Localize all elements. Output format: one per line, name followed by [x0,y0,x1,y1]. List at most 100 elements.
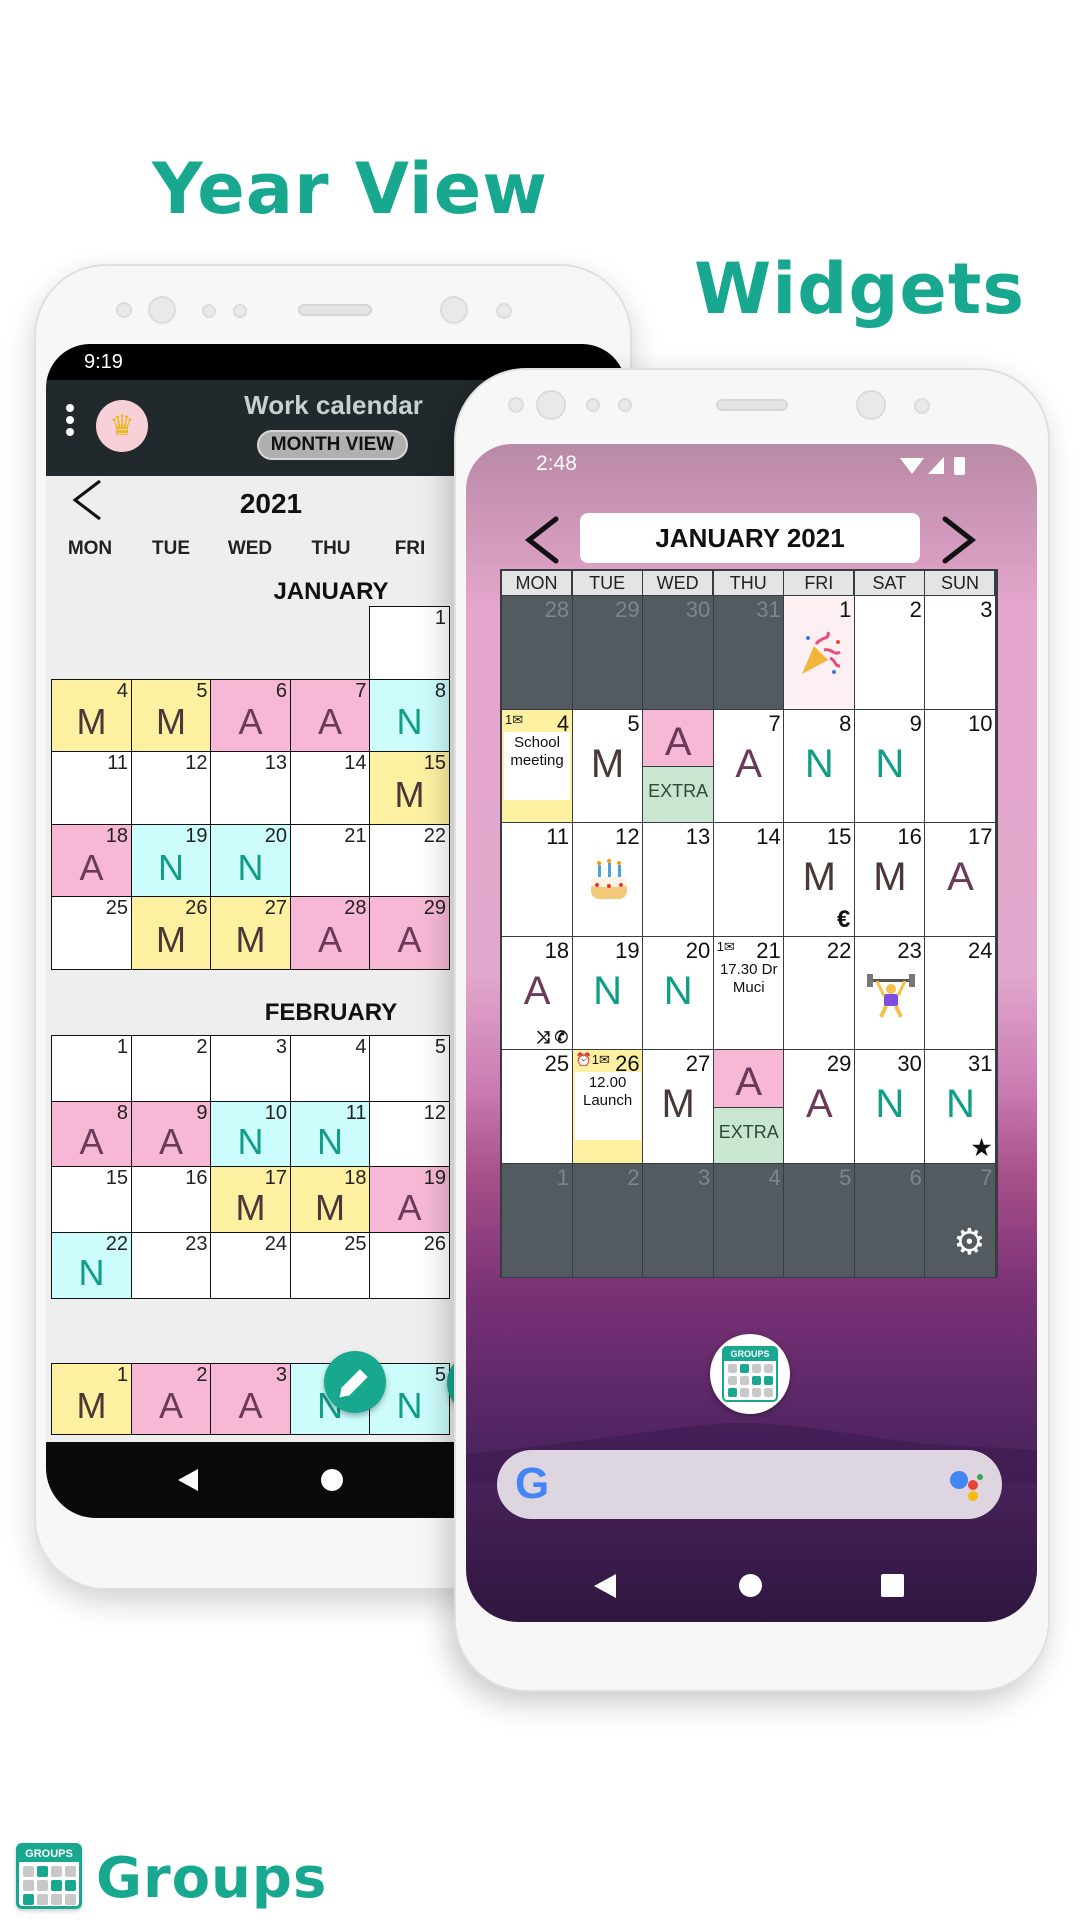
day-cell[interactable]: 25 [289,1231,371,1299]
day-cell[interactable]: 25 [501,1049,574,1164]
day-cell[interactable]: 22 [369,823,450,898]
edit-fab[interactable] [324,1351,386,1413]
day-cell[interactable]: 15 M [369,751,450,826]
day-cell[interactable]: 29 A [783,1049,856,1164]
day-cell[interactable]: 14 [289,751,371,826]
search-bar[interactable]: G [497,1450,1002,1519]
day-cell[interactable]: 3 [210,1035,291,1102]
month-title[interactable]: JANUARY 2021 [580,513,920,563]
day-cell[interactable]: 22 N [51,1231,132,1299]
day-cell[interactable]: 1 [501,1162,574,1278]
day-cell[interactable]: 1 [51,1035,132,1102]
day-cell[interactable]: 4M [51,678,132,753]
month-view-button[interactable]: MONTH VIEW [257,430,408,460]
day-cell[interactable]: 24 [924,935,997,1051]
day-cell[interactable]: 10 [924,708,997,824]
day-cell[interactable]: 17 A [924,822,997,937]
day-cell[interactable]: 5 [783,1162,856,1278]
day-cell[interactable]: 9A [130,1100,212,1168]
day-cell[interactable]: 7A [712,708,785,824]
day-cell[interactable]: 15 [51,1166,132,1233]
day-cell[interactable]: 16 [130,1166,212,1233]
day-cell[interactable]: 18 M [289,1166,371,1233]
day-cell[interactable]: 3A [210,1363,291,1435]
day-cell[interactable]: 6AEXTRA [642,708,715,824]
day-cell[interactable]: 30 N [853,1049,926,1164]
day-cell[interactable]: 5M [130,678,212,753]
day-cell[interactable]: 2 [853,595,926,710]
menu-icon[interactable] [66,404,74,444]
day-cell[interactable]: 19 A [369,1166,450,1233]
recents-icon[interactable] [881,1574,904,1597]
day-cell[interactable]: 19 N [130,823,212,898]
day-cell[interactable]: 1 [783,595,856,710]
day-cell[interactable]: 2A [130,1363,212,1435]
day-cell[interactable]: 20 N [642,935,715,1051]
day-cell[interactable]: 26 [369,1231,450,1299]
day-cell[interactable]: 30 [642,595,715,710]
day-cell[interactable]: 4 [712,1162,785,1278]
day-cell[interactable]: 4 [289,1035,371,1102]
day-cell[interactable]: 3 [924,595,997,710]
day-cell[interactable]: 31 [712,595,785,710]
day-cell[interactable]: 8A [51,1100,132,1168]
day-cell[interactable]: 31 N ★ [924,1049,997,1164]
day-cell[interactable]: 27 M [210,896,291,971]
day-cell[interactable]: 4 1✉ School meeting [501,708,574,824]
day-cell[interactable]: 28AEXTRA [712,1049,785,1164]
back-icon[interactable] [592,1573,618,1599]
day-cell[interactable]: 12 [571,822,644,937]
day-cell[interactable]: 26 M [130,896,212,971]
day-cell[interactable]: 29 [571,595,644,710]
day-cell[interactable]: 26 ⏰1✉ 12.00 Launch [571,1049,644,1164]
next-month-icon[interactable] [940,515,978,565]
day-cell[interactable]: 6A [210,678,291,753]
day-cell[interactable]: 28 [501,595,574,710]
day-cell[interactable]: 17 M [210,1166,291,1233]
day-cell[interactable]: 5 [369,1035,450,1102]
day-cell[interactable]: 16 M [853,822,926,937]
day-cell[interactable]: 23 [130,1231,212,1299]
day-cell[interactable]: 11 N [289,1100,371,1168]
day-cell[interactable]: 10 N [210,1100,291,1168]
day-cell[interactable]: 9N [853,708,926,824]
settings-icon[interactable]: ⚙ [953,1221,985,1263]
back-icon[interactable] [176,1468,200,1492]
day-cell[interactable]: 12 [130,751,212,826]
day-cell[interactable]: 21 [289,823,371,898]
day-cell[interactable]: 27 M [642,1049,715,1164]
day-cell[interactable]: 19 N [571,935,644,1051]
day-cell[interactable]: 2 [130,1035,212,1102]
day-cell[interactable]: 13 [642,822,715,937]
day-cell[interactable]: 1 [369,606,450,681]
day-cell[interactable]: 18 A [51,823,132,898]
groups-app-icon[interactable]: GROUPS [710,1334,790,1414]
day-cell[interactable]: 29 A [369,896,450,971]
crown-icon[interactable]: ♛ [96,400,148,452]
day-cell[interactable]: 20 N [210,823,291,898]
day-cell[interactable]: 5M [571,708,644,824]
day-cell[interactable]: 3 [642,1162,715,1278]
prev-month-icon[interactable] [523,515,561,565]
day-cell[interactable]: 7A [289,678,371,753]
day-cell[interactable]: 21 1✉ 17.30 Dr Muci [712,935,785,1051]
day-cell[interactable]: 11 [51,751,132,826]
day-cell[interactable]: 7 ⚙ [924,1162,997,1278]
day-cell[interactable]: 22 [783,935,856,1051]
day-cell[interactable]: 15 M € [783,822,856,937]
day-cell[interactable]: 11 [501,822,574,937]
day-cell[interactable]: 12 [369,1100,450,1168]
day-cell[interactable]: 1M [51,1363,132,1435]
day-cell[interactable]: 25 [51,896,132,971]
day-cell[interactable]: 28 A [289,896,371,971]
day-cell[interactable]: 23 [853,935,926,1051]
home-icon[interactable] [321,1469,343,1491]
day-cell[interactable]: 8N [783,708,856,824]
day-cell[interactable]: 2 [571,1162,644,1278]
day-cell[interactable]: 6 [853,1162,926,1278]
day-cell[interactable]: 18 A ⤨ ✆ [501,935,574,1051]
prev-year-icon[interactable] [70,478,104,522]
day-cell[interactable]: 14 [712,822,785,937]
day-cell[interactable]: 24 [210,1231,291,1299]
assistant-icon[interactable] [949,1468,985,1504]
